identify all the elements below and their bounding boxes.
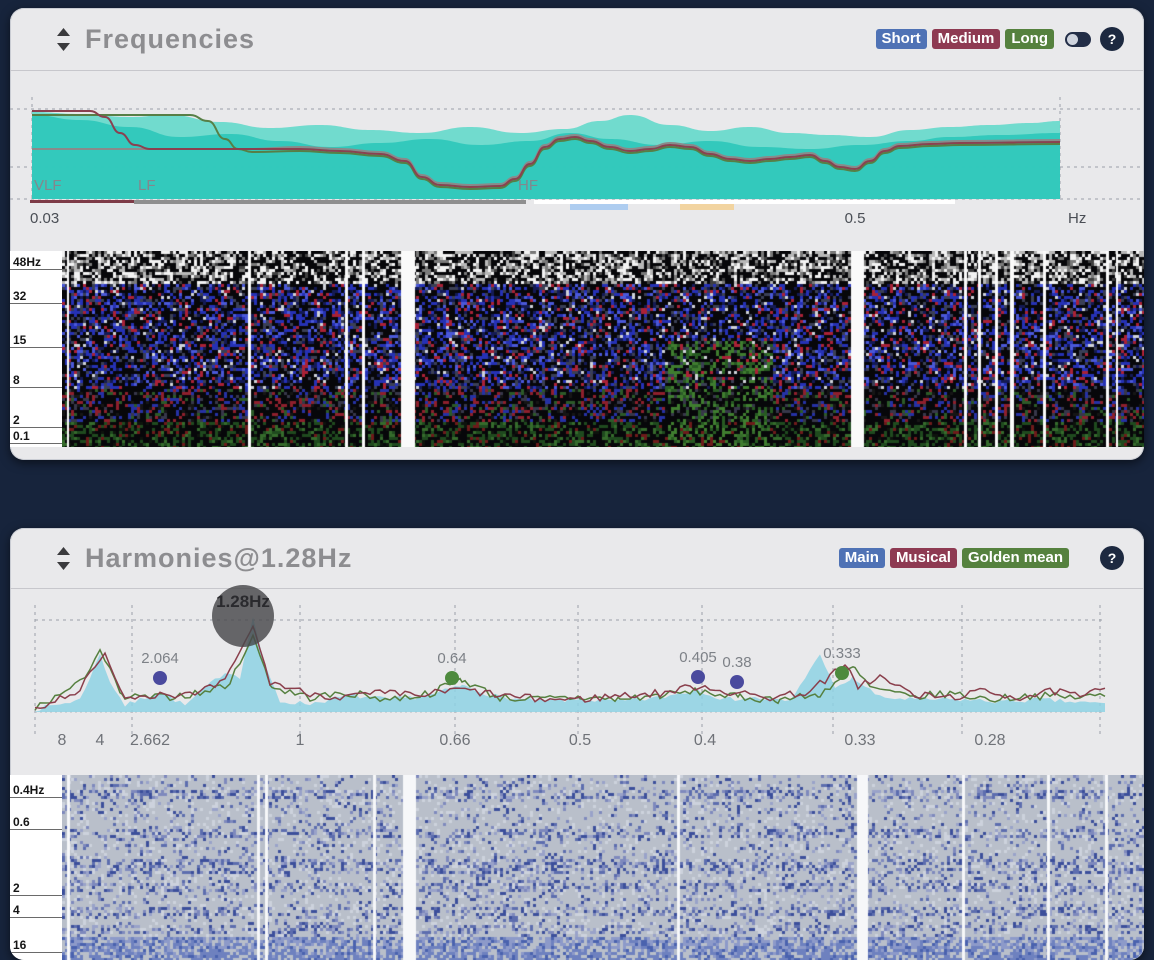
harmonies-title: Harmonies@1.28Hz: [85, 543, 352, 574]
frequencies-legend: Short Medium Long ?: [876, 27, 1125, 51]
harmonies-chart[interactable]: 2.064 0.64 0.405 0.38 0.333 1.28Hz 8 4 2.662 1 0.6…: [10, 593, 1144, 775]
spectrogram-axis-tick: [10, 917, 62, 918]
legend-medium-badge[interactable]: Medium: [932, 29, 1001, 49]
frequencies-spectrogram[interactable]: [62, 251, 1144, 447]
harmonic-marker-dot[interactable]: [835, 666, 849, 680]
band-label-lf: LF: [138, 177, 156, 194]
legend-golden-mean-badge[interactable]: Golden mean: [962, 548, 1069, 568]
header-divider: [10, 70, 1144, 71]
spectrogram-axis-tick: [10, 347, 62, 348]
harmonic-marker-label: 0.405: [679, 649, 717, 666]
spectrogram-axis-tick: [10, 443, 62, 444]
harmonies-help-button[interactable]: ?: [1100, 546, 1124, 570]
band-label-hf: HF: [518, 177, 538, 194]
legend-musical-badge[interactable]: Musical: [890, 548, 957, 568]
collapse-arrows-icon[interactable]: [56, 28, 71, 51]
harmonic-marker-label: 2.064: [141, 650, 179, 667]
harmonic-marker-label: 0.333: [823, 645, 861, 662]
collapse-arrows-icon[interactable]: [56, 547, 71, 570]
spectrogram-axis-label: 16: [13, 938, 26, 952]
frequencies-title: Frequencies: [85, 24, 255, 55]
spectrogram-axis-tick: [10, 829, 62, 830]
x-tick-label: 0.4: [694, 732, 716, 749]
harmonic-marker-dot[interactable]: [153, 671, 167, 685]
x-tick-label: 0.28: [974, 732, 1005, 749]
spectrogram-axis-label: 2: [13, 881, 20, 895]
x-tick-label: 8: [58, 732, 67, 749]
legend-main-badge[interactable]: Main: [839, 548, 885, 568]
spectrogram-axis-label: 0.4Hz: [13, 783, 44, 797]
header-divider: [10, 588, 1144, 589]
harmonies-panel: Harmonies@1.28Hz Main Musical Golden mea…: [10, 528, 1144, 960]
harmonic-marker-dot[interactable]: [445, 671, 459, 685]
spectrogram-axis-tick: [10, 797, 62, 798]
axis-band-segment: [30, 200, 134, 203]
spectrogram-axis-tick: [10, 427, 62, 428]
legend-toggle[interactable]: [1065, 32, 1091, 47]
spectrogram-axis-label: 2: [13, 413, 20, 427]
x-axis-label: 0.03: [30, 210, 59, 227]
harmonies-header: Harmonies@1.28Hz Main Musical Golden mea…: [10, 528, 1144, 588]
x-tick-label: 1: [296, 732, 305, 749]
harmonic-marker-dot[interactable]: [730, 675, 744, 689]
x-tick-label: 0.5: [569, 732, 591, 749]
frequencies-spectrogram-row: 48Hz 32 15 8 2 0.1: [10, 251, 1144, 447]
legend-long-badge[interactable]: Long: [1005, 29, 1054, 49]
spectrogram-axis-label: 0.6: [13, 815, 30, 829]
x-tick-label: 0.66: [439, 732, 470, 749]
harmonic-marker-dot[interactable]: [691, 670, 705, 684]
spectrogram-axis-label: 8: [13, 373, 20, 387]
frequencies-panel: Frequencies Short Medium Long ? VLF LF HF 0…: [10, 8, 1144, 460]
harmonies-chart-svg: 2.064 0.64 0.405 0.38 0.333 1.28Hz 8 4 2.662 1 0.6…: [10, 593, 1144, 775]
frequencies-chart[interactable]: VLF LF HF 0.03 0.5 Hz: [10, 77, 1144, 251]
spectrogram-axis-label: 48Hz: [13, 255, 41, 269]
band-label-vlf: VLF: [34, 177, 62, 194]
harmonies-spectrogram-axis: 0.4Hz 0.6 2 4 16: [10, 775, 62, 960]
spectrogram-axis-label: 0.1: [13, 429, 30, 443]
spectrogram-axis-tick: [10, 895, 62, 896]
toggle-knob: [1067, 34, 1078, 45]
x-tick-label: 0.33: [844, 732, 875, 749]
harmonic-marker-label: 0.64: [437, 650, 466, 667]
spectrogram-axis-tick: [10, 303, 62, 304]
axis-band-segment: [134, 200, 526, 204]
spectrogram-axis-tick: [10, 952, 62, 953]
frequencies-help-button[interactable]: ?: [1100, 27, 1124, 51]
x-tick-label: 2.662: [130, 732, 170, 749]
spectrogram-axis-label: 4: [13, 903, 20, 917]
harmonies-spectrogram[interactable]: [62, 775, 1144, 960]
x-axis-label: 0.5: [845, 210, 866, 227]
x-axis-label: Hz: [1068, 210, 1086, 227]
axis-band-segment: [534, 200, 955, 204]
spectrogram-axis-label: 32: [13, 289, 26, 303]
spectrogram-axis-tick: [10, 387, 62, 388]
spectrogram-axis-tick: [10, 269, 62, 270]
harmonies-legend: Main Musical Golden mean ?: [839, 546, 1124, 570]
legend-short-badge[interactable]: Short: [876, 29, 927, 49]
x-tick-label: 4: [96, 732, 105, 749]
frequencies-spectrogram-axis: 48Hz 32 15 8 2 0.1: [10, 251, 62, 447]
harmonic-marker-label: 0.38: [722, 654, 751, 671]
spectrogram-axis-label: 15: [13, 333, 26, 347]
main-peak-label: 1.28Hz: [216, 592, 270, 611]
frequencies-header: Frequencies Short Medium Long ?: [10, 8, 1144, 70]
frequencies-chart-svg: VLF LF HF 0.03 0.5 Hz: [10, 77, 1144, 251]
harmonies-spectrogram-row: 0.4Hz 0.6 2 4 16: [10, 775, 1144, 960]
